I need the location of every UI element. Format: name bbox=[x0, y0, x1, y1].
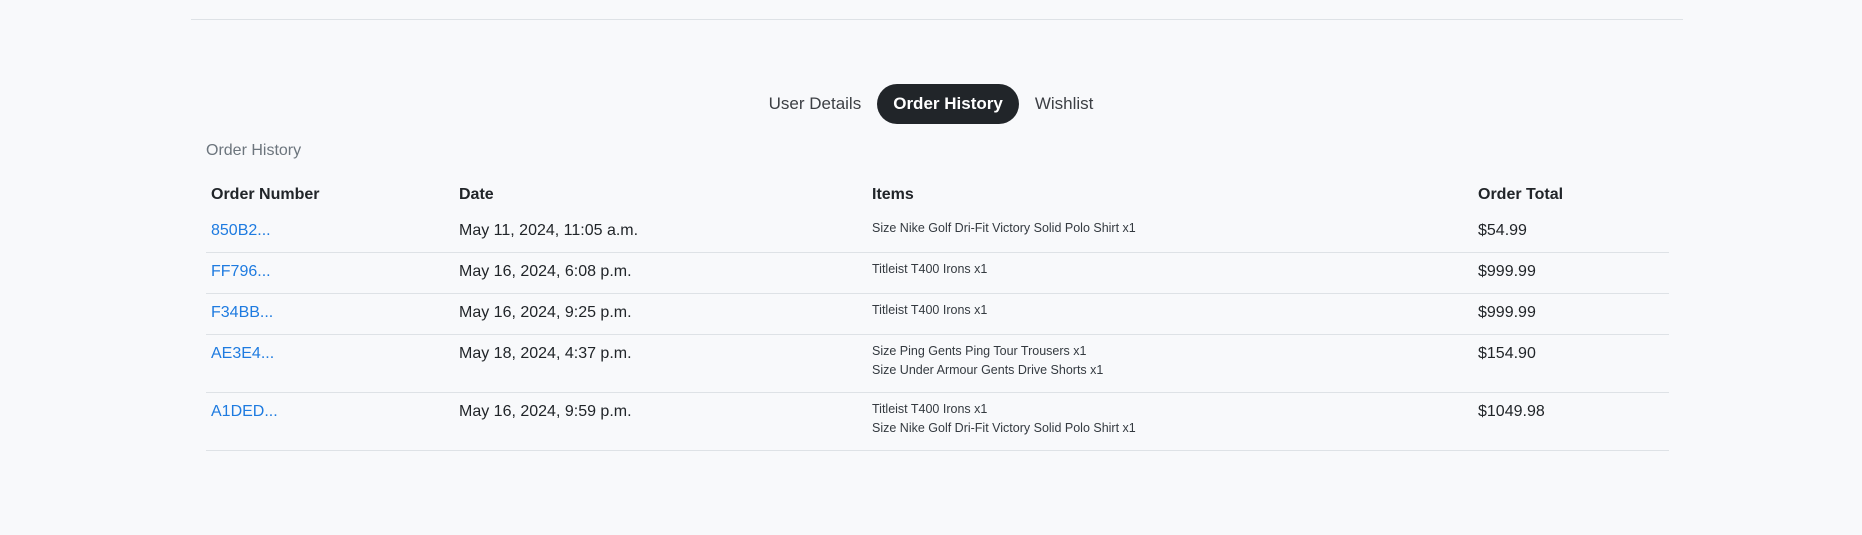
order-number-link[interactable]: F34BB... bbox=[211, 304, 273, 321]
section-title: Order History bbox=[206, 142, 302, 159]
order-item: Titleist T400 Irons x1 bbox=[872, 303, 988, 317]
date-cell: May 16, 2024, 9:25 p.m. bbox=[454, 293, 867, 335]
order-items: Titleist T400 Irons x1 Size Nike Golf Dr… bbox=[872, 400, 1468, 438]
order-date: May 16, 2024, 6:08 p.m. bbox=[459, 263, 632, 280]
date-cell: May 18, 2024, 4:37 p.m. bbox=[454, 334, 867, 393]
order-total: $999.99 bbox=[1478, 304, 1536, 321]
header-date: Date bbox=[459, 186, 494, 203]
items-cell: Size Nike Golf Dri-Fit Victory Solid Pol… bbox=[867, 212, 1473, 253]
table-row: A1DED... May 16, 2024, 9:59 p.m. Titleis… bbox=[206, 392, 1669, 451]
order-number-cell: AE3E4... bbox=[206, 334, 454, 393]
total-cell: $54.99 bbox=[1473, 212, 1669, 253]
page: User Details Order History Wishlist Orde… bbox=[0, 0, 1862, 535]
date-cell: May 16, 2024, 6:08 p.m. bbox=[454, 252, 867, 294]
order-date: May 11, 2024, 11:05 a.m. bbox=[459, 222, 639, 239]
header-order-total: Order Total bbox=[1478, 186, 1564, 203]
table-row: AE3E4... May 18, 2024, 4:37 p.m. Size Pi… bbox=[206, 334, 1669, 393]
order-items: Titleist T400 Irons x1 bbox=[872, 260, 1468, 279]
table-header-row: Order Number Date Items Order Total bbox=[206, 180, 1669, 212]
tab-order-history[interactable]: Order History bbox=[877, 84, 1019, 124]
order-number-cell: 850B2... bbox=[206, 212, 454, 253]
table-row: F34BB... May 16, 2024, 9:25 p.m. Titleis… bbox=[206, 293, 1669, 335]
order-item: Size Nike Golf Dri-Fit Victory Solid Pol… bbox=[872, 421, 1136, 435]
total-cell: $1049.98 bbox=[1473, 392, 1669, 451]
table-row: FF796... May 16, 2024, 6:08 p.m. Titleis… bbox=[206, 252, 1669, 294]
order-history-table: Order Number Date Items Order Total 850B… bbox=[206, 180, 1669, 451]
order-number-link[interactable]: FF796... bbox=[211, 263, 271, 280]
order-item: Titleist T400 Irons x1 bbox=[872, 262, 988, 276]
items-cell: Titleist T400 Irons x1 bbox=[867, 252, 1473, 294]
date-cell: May 16, 2024, 9:59 p.m. bbox=[454, 392, 867, 451]
total-cell: $154.90 bbox=[1473, 334, 1669, 393]
order-number-cell: F34BB... bbox=[206, 293, 454, 335]
header-items: Items bbox=[872, 186, 914, 203]
items-cell: Titleist T400 Irons x1 bbox=[867, 293, 1473, 335]
date-cell: May 11, 2024, 11:05 a.m. bbox=[454, 212, 867, 253]
account-tabs: User Details Order History Wishlist bbox=[0, 84, 1862, 124]
total-cell: $999.99 bbox=[1473, 252, 1669, 294]
tab-user-details[interactable]: User Details bbox=[753, 84, 878, 124]
order-date: May 16, 2024, 9:25 p.m. bbox=[459, 304, 632, 321]
order-number-link[interactable]: A1DED... bbox=[211, 403, 278, 420]
order-item: Titleist T400 Irons x1 bbox=[872, 402, 988, 416]
order-total: $54.99 bbox=[1478, 222, 1527, 239]
total-cell: $999.99 bbox=[1473, 293, 1669, 335]
order-total: $999.99 bbox=[1478, 263, 1536, 280]
order-number-cell: A1DED... bbox=[206, 392, 454, 451]
order-date: May 16, 2024, 9:59 p.m. bbox=[459, 403, 632, 420]
order-item: Size Nike Golf Dri-Fit Victory Solid Pol… bbox=[872, 221, 1136, 235]
order-number-link[interactable]: AE3E4... bbox=[211, 345, 274, 362]
order-items: Titleist T400 Irons x1 bbox=[872, 301, 1468, 320]
header-order-number: Order Number bbox=[211, 186, 320, 203]
order-total: $154.90 bbox=[1478, 345, 1536, 362]
order-total: $1049.98 bbox=[1478, 403, 1545, 420]
items-cell: Size Ping Gents Ping Tour Trousers x1 Si… bbox=[867, 334, 1473, 393]
items-cell: Titleist T400 Irons x1 Size Nike Golf Dr… bbox=[867, 392, 1473, 451]
tab-wishlist[interactable]: Wishlist bbox=[1019, 84, 1110, 124]
order-date: May 18, 2024, 4:37 p.m. bbox=[459, 345, 632, 362]
order-number-link[interactable]: 850B2... bbox=[211, 222, 271, 239]
order-items: Size Ping Gents Ping Tour Trousers x1 Si… bbox=[872, 342, 1468, 380]
order-item: Size Ping Gents Ping Tour Trousers x1 bbox=[872, 344, 1087, 358]
order-number-cell: FF796... bbox=[206, 252, 454, 294]
table-row: 850B2... May 11, 2024, 11:05 a.m. Size N… bbox=[206, 212, 1669, 253]
order-items: Size Nike Golf Dri-Fit Victory Solid Pol… bbox=[872, 219, 1468, 238]
top-divider bbox=[191, 19, 1683, 20]
order-item: Size Under Armour Gents Drive Shorts x1 bbox=[872, 363, 1104, 377]
